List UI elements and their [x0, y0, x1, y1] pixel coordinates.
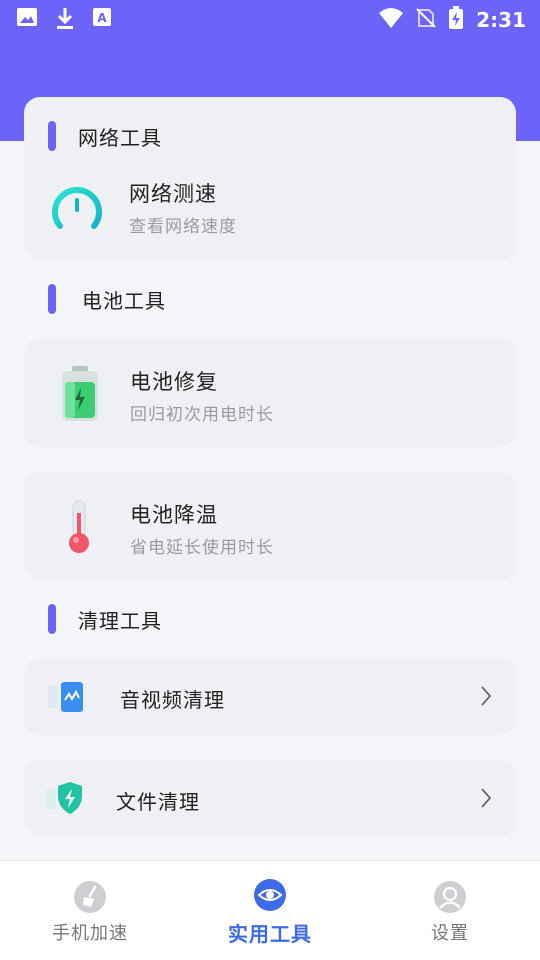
- speedometer-icon: [50, 180, 104, 238]
- item-subtitle: 查看网络速度: [129, 217, 237, 237]
- section-title-battery: 电池工具: [48, 284, 166, 314]
- media-file-icon: [48, 680, 88, 718]
- battery-icon: [60, 366, 100, 426]
- wifi-icon: [378, 7, 404, 33]
- item-subtitle: 回归初次用电时长: [130, 405, 274, 425]
- image-icon: [16, 6, 38, 34]
- status-bar: A 2:31: [0, 0, 540, 36]
- media-clean-item[interactable]: 音视频清理: [24, 658, 516, 735]
- battery-cooling-item[interactable]: 电池降温 省电延长使用时长: [24, 471, 516, 580]
- section-accent-bar: [48, 121, 56, 151]
- network-speed-item[interactable]: 网络测速 查看网络速度: [24, 165, 516, 255]
- no-sim-icon: [416, 7, 436, 33]
- battery-charging-icon: [448, 6, 464, 34]
- section-accent-bar: [48, 284, 56, 314]
- thermometer-icon: [64, 499, 94, 559]
- section-title-clean: 清理工具: [48, 604, 162, 634]
- font-icon: A: [92, 6, 112, 34]
- bottom-navigation: 手机加速 实用工具 设置: [0, 860, 540, 960]
- nav-label: 设置: [431, 923, 469, 944]
- battery-repair-item[interactable]: 电池修复 回归初次用电时长: [24, 338, 516, 447]
- section-label: 清理工具: [78, 608, 162, 633]
- section-label: 电池工具: [82, 288, 166, 313]
- eye-icon: [254, 879, 286, 911]
- chevron-right-icon: [480, 787, 492, 813]
- item-title: 电池修复: [130, 370, 218, 394]
- section-accent-bar: [48, 604, 56, 634]
- item-subtitle: 省电延长使用时长: [130, 538, 274, 558]
- shield-bolt-icon: [46, 781, 86, 819]
- item-title: 网络测速: [129, 182, 217, 206]
- section-title-network: 网络工具: [48, 121, 162, 151]
- user-icon: [434, 881, 466, 913]
- nav-label: 实用工具: [228, 922, 312, 946]
- nav-item-phone-boost[interactable]: 手机加速: [0, 861, 180, 960]
- nav-label: 手机加速: [52, 923, 128, 944]
- nav-item-tools[interactable]: 实用工具: [180, 861, 360, 960]
- status-time: 2:31: [476, 8, 526, 32]
- file-clean-item[interactable]: 文件清理: [24, 759, 516, 836]
- broom-icon: [74, 881, 106, 913]
- chevron-right-icon: [480, 685, 492, 711]
- nav-item-settings[interactable]: 设置: [360, 861, 540, 960]
- section-label: 网络工具: [78, 125, 162, 150]
- item-title: 文件清理: [116, 790, 200, 814]
- item-title: 电池降温: [130, 503, 218, 527]
- download-icon: [54, 6, 76, 34]
- item-title: 音视频清理: [120, 688, 225, 712]
- svg-text:A: A: [97, 11, 107, 25]
